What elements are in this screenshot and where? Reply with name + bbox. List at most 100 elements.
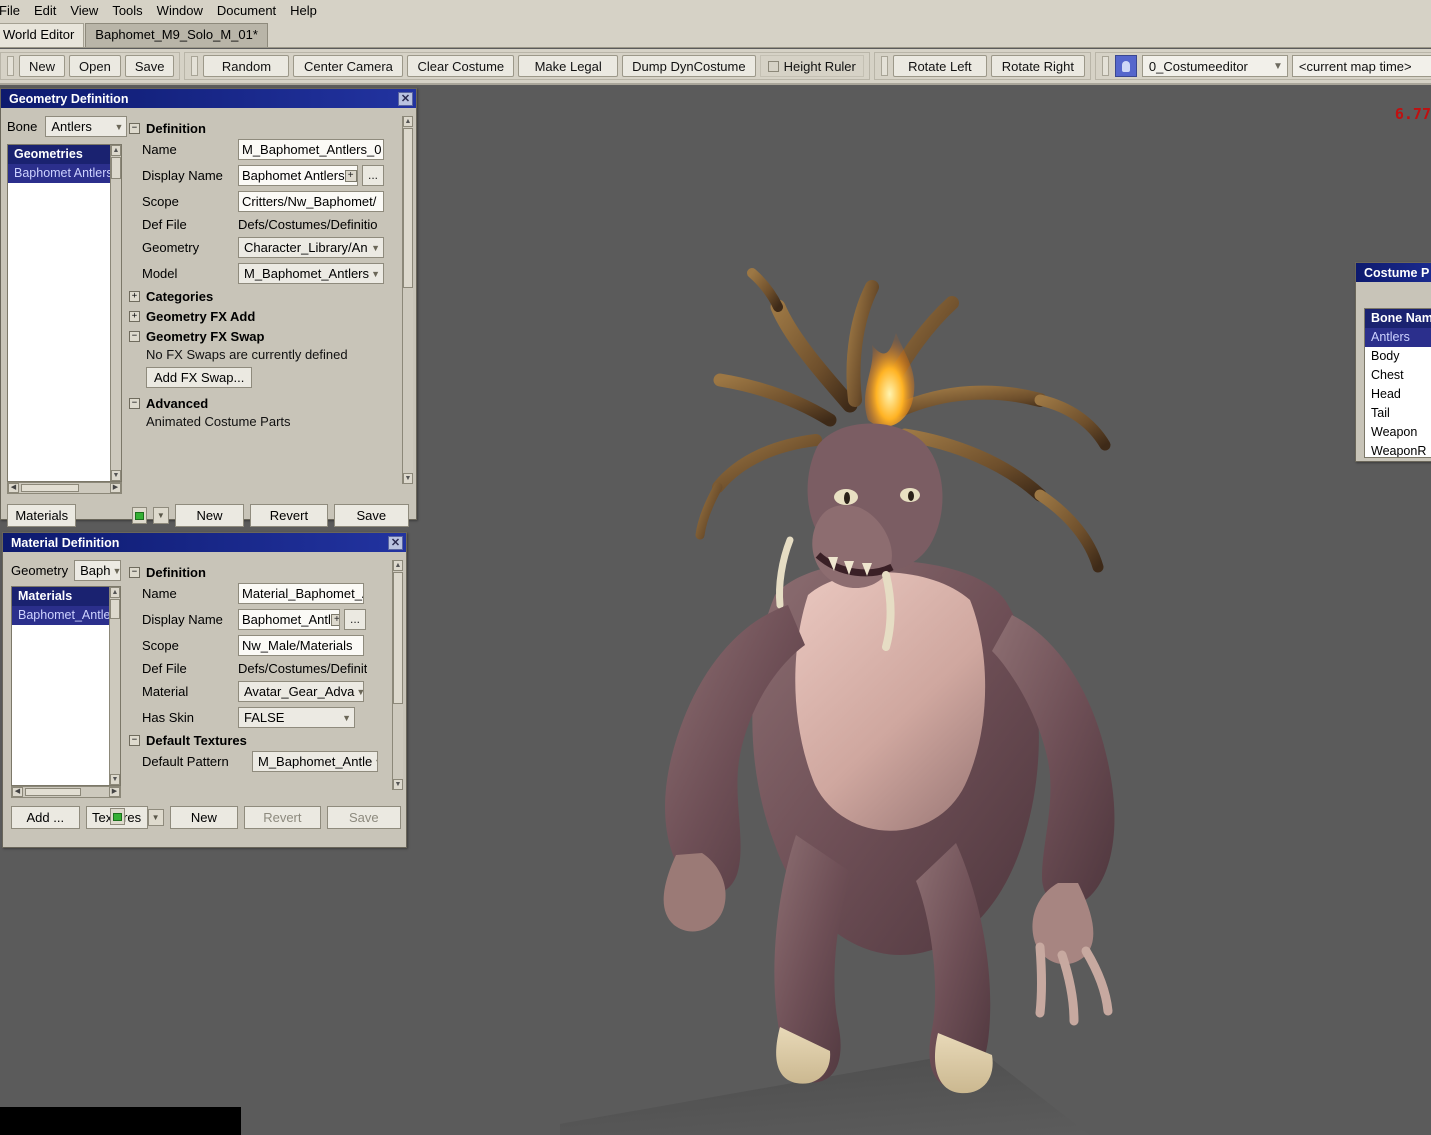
geometry-select[interactable]: Character_Library/An ▼ — [238, 237, 384, 258]
material-geometry-select[interactable]: Baph ▼ — [74, 560, 122, 581]
expand-toggle-icon[interactable]: + — [129, 311, 140, 322]
scroll-thumb[interactable] — [403, 128, 413, 288]
geometry-panel-titlebar[interactable]: Geometry Definition ✕ — [1, 89, 416, 108]
clear-costume-button[interactable]: Clear Costume — [407, 55, 515, 77]
materials-list-vscrollbar[interactable]: ▲ ▼ — [109, 587, 120, 785]
console-output-panel[interactable] — [0, 1107, 241, 1135]
scroll-up-icon[interactable]: ▲ — [393, 560, 403, 571]
material-new-button[interactable]: New — [169, 806, 239, 829]
textures-dropdown-icon[interactable]: ▼ — [147, 809, 164, 826]
lightbulb-icon[interactable] — [1114, 55, 1137, 77]
bone-select[interactable]: Antlers ▼ — [45, 116, 128, 137]
scroll-down-icon[interactable]: ▼ — [111, 470, 121, 481]
material-definition-section-header[interactable]: − Definition — [129, 565, 393, 580]
geometry-save-button[interactable]: Save — [333, 504, 409, 527]
advanced-section-header[interactable]: − Advanced — [129, 396, 407, 411]
has-skin-select[interactable]: FALSE ▼ — [238, 707, 355, 728]
materials-list-hscrollbar[interactable]: ◀ ▶ — [11, 786, 121, 798]
geometry-fx-swap-section-header[interactable]: − Geometry FX Swap — [129, 329, 407, 344]
collapse-toggle-icon[interactable]: − — [129, 735, 140, 746]
scroll-thumb[interactable] — [21, 484, 79, 492]
lock-icon[interactable] — [132, 507, 147, 524]
close-icon[interactable]: ✕ — [398, 91, 413, 106]
bone-name-listbox[interactable]: Bone Nam Antlers Body Chest Head Tail We… — [1364, 308, 1431, 458]
tab-world-editor[interactable]: World Editor — [0, 23, 85, 47]
scroll-down-icon[interactable]: ▼ — [110, 774, 120, 785]
scroll-up-icon[interactable]: ▲ — [111, 145, 121, 156]
table-row[interactable]: Body — [1365, 347, 1431, 366]
browse-button[interactable]: ... — [362, 165, 384, 186]
menu-item-edit[interactable]: Edit — [27, 1, 63, 20]
menu-item-view[interactable]: View — [63, 1, 105, 20]
table-row[interactable]: Weapon — [1365, 423, 1431, 442]
categories-section-header[interactable]: + Categories — [129, 289, 407, 304]
material-name-input[interactable]: Material_Baphomet_A — [238, 583, 364, 604]
collapse-toggle-icon[interactable]: − — [129, 567, 140, 578]
geometry-fx-add-section-header[interactable]: + Geometry FX Add — [129, 309, 407, 324]
map-time-select[interactable]: <current map time> ▼ — [1291, 55, 1431, 77]
scroll-thumb[interactable] — [110, 599, 120, 619]
add-material-button[interactable]: Add ... — [11, 806, 80, 829]
scroll-thumb[interactable] — [393, 572, 403, 704]
list-item[interactable]: Baphomet Antlers — [8, 164, 121, 183]
default-textures-section-header[interactable]: − Default Textures — [129, 733, 393, 748]
geometry-revert-button[interactable]: Revert — [250, 504, 328, 527]
scroll-left-icon[interactable]: ◀ — [12, 787, 23, 797]
rotate-left-button[interactable]: Rotate Left — [892, 55, 987, 77]
save-button[interactable]: Save — [124, 55, 175, 77]
material-property-vscrollbar[interactable]: ▲ ▼ — [392, 560, 403, 790]
scroll-right-icon[interactable]: ▶ — [110, 483, 121, 493]
scroll-right-icon[interactable]: ▶ — [109, 787, 120, 797]
menu-item-tools[interactable]: Tools — [105, 1, 149, 20]
material-scope-input[interactable]: Nw_Male/Materials — [238, 635, 364, 656]
menu-item-file[interactable]: File — [0, 1, 27, 20]
make-legal-button[interactable]: Make Legal — [518, 55, 619, 77]
table-row[interactable]: Head — [1365, 385, 1431, 404]
toolbar-grip-icon[interactable] — [7, 56, 14, 76]
checkbox-icon[interactable] — [767, 60, 779, 72]
toolbar-grip-icon[interactable] — [191, 56, 199, 76]
collapse-toggle-icon[interactable]: − — [129, 123, 140, 134]
tab-baphomet-costume[interactable]: Baphomet_M9_Solo_M_01* — [85, 23, 268, 47]
scroll-left-icon[interactable]: ◀ — [8, 483, 19, 493]
costume-parts-titlebar[interactable]: Costume P — [1356, 263, 1431, 282]
browse-button[interactable]: ... — [344, 609, 366, 630]
scroll-thumb[interactable] — [111, 157, 121, 179]
scroll-down-icon[interactable]: ▼ — [393, 779, 403, 790]
materials-button[interactable]: Materials — [7, 504, 77, 527]
toolbar-grip-icon[interactable] — [880, 56, 888, 76]
dump-dyncostume-button[interactable]: Dump DynCostume — [622, 55, 756, 77]
rotate-right-button[interactable]: Rotate Right — [990, 55, 1085, 77]
add-fx-swap-button[interactable]: Add FX Swap... — [146, 367, 253, 388]
lock-icon[interactable] — [109, 808, 125, 825]
geometry-property-vscrollbar[interactable]: ▲ ▼ — [402, 116, 413, 484]
geometries-list-vscrollbar[interactable]: ▲ ▼ — [110, 145, 121, 481]
plus-icon[interactable]: + — [330, 613, 339, 626]
scope-input[interactable]: Critters/Nw_Baphomet/ — [238, 191, 384, 212]
material-display-name-input[interactable]: Baphomet_Antl + — [238, 609, 340, 630]
material-select[interactable]: Avatar_Gear_Adva ▼ — [238, 681, 364, 702]
scroll-thumb[interactable] — [25, 788, 81, 796]
random-button[interactable]: Random — [203, 55, 290, 77]
materials-listbox[interactable]: Materials Baphomet_Antlers ▲ ▼ — [11, 586, 121, 786]
material-panel-titlebar[interactable]: Material Definition ✕ — [3, 533, 406, 552]
table-row[interactable]: WeaponR — [1365, 442, 1431, 457]
menu-item-document[interactable]: Document — [210, 1, 283, 20]
definition-section-header[interactable]: − Definition — [129, 121, 407, 136]
light-preset-select[interactable]: 0_Costumeeditor ▼ — [1141, 55, 1288, 77]
scroll-up-icon[interactable]: ▲ — [403, 116, 413, 127]
list-item[interactable]: Baphomet_Antlers — [12, 606, 120, 625]
toolbar-grip-icon[interactable] — [1101, 56, 1109, 76]
scroll-up-icon[interactable]: ▲ — [110, 587, 120, 598]
collapse-toggle-icon[interactable]: − — [129, 398, 140, 409]
new-button[interactable]: New — [19, 55, 66, 77]
display-name-input[interactable]: Baphomet Antlers + — [238, 165, 358, 186]
open-button[interactable]: Open — [69, 55, 121, 77]
expand-toggle-icon[interactable]: + — [129, 291, 140, 302]
table-row[interactable]: Chest — [1365, 366, 1431, 385]
scroll-down-icon[interactable]: ▼ — [403, 473, 413, 484]
lock-dropdown-icon[interactable]: ▼ — [152, 507, 169, 524]
geometry-new-button[interactable]: New — [174, 504, 245, 527]
center-camera-button[interactable]: Center Camera — [293, 55, 404, 77]
default-pattern-select[interactable]: M_Baphomet_Antle ▼ — [252, 751, 378, 772]
